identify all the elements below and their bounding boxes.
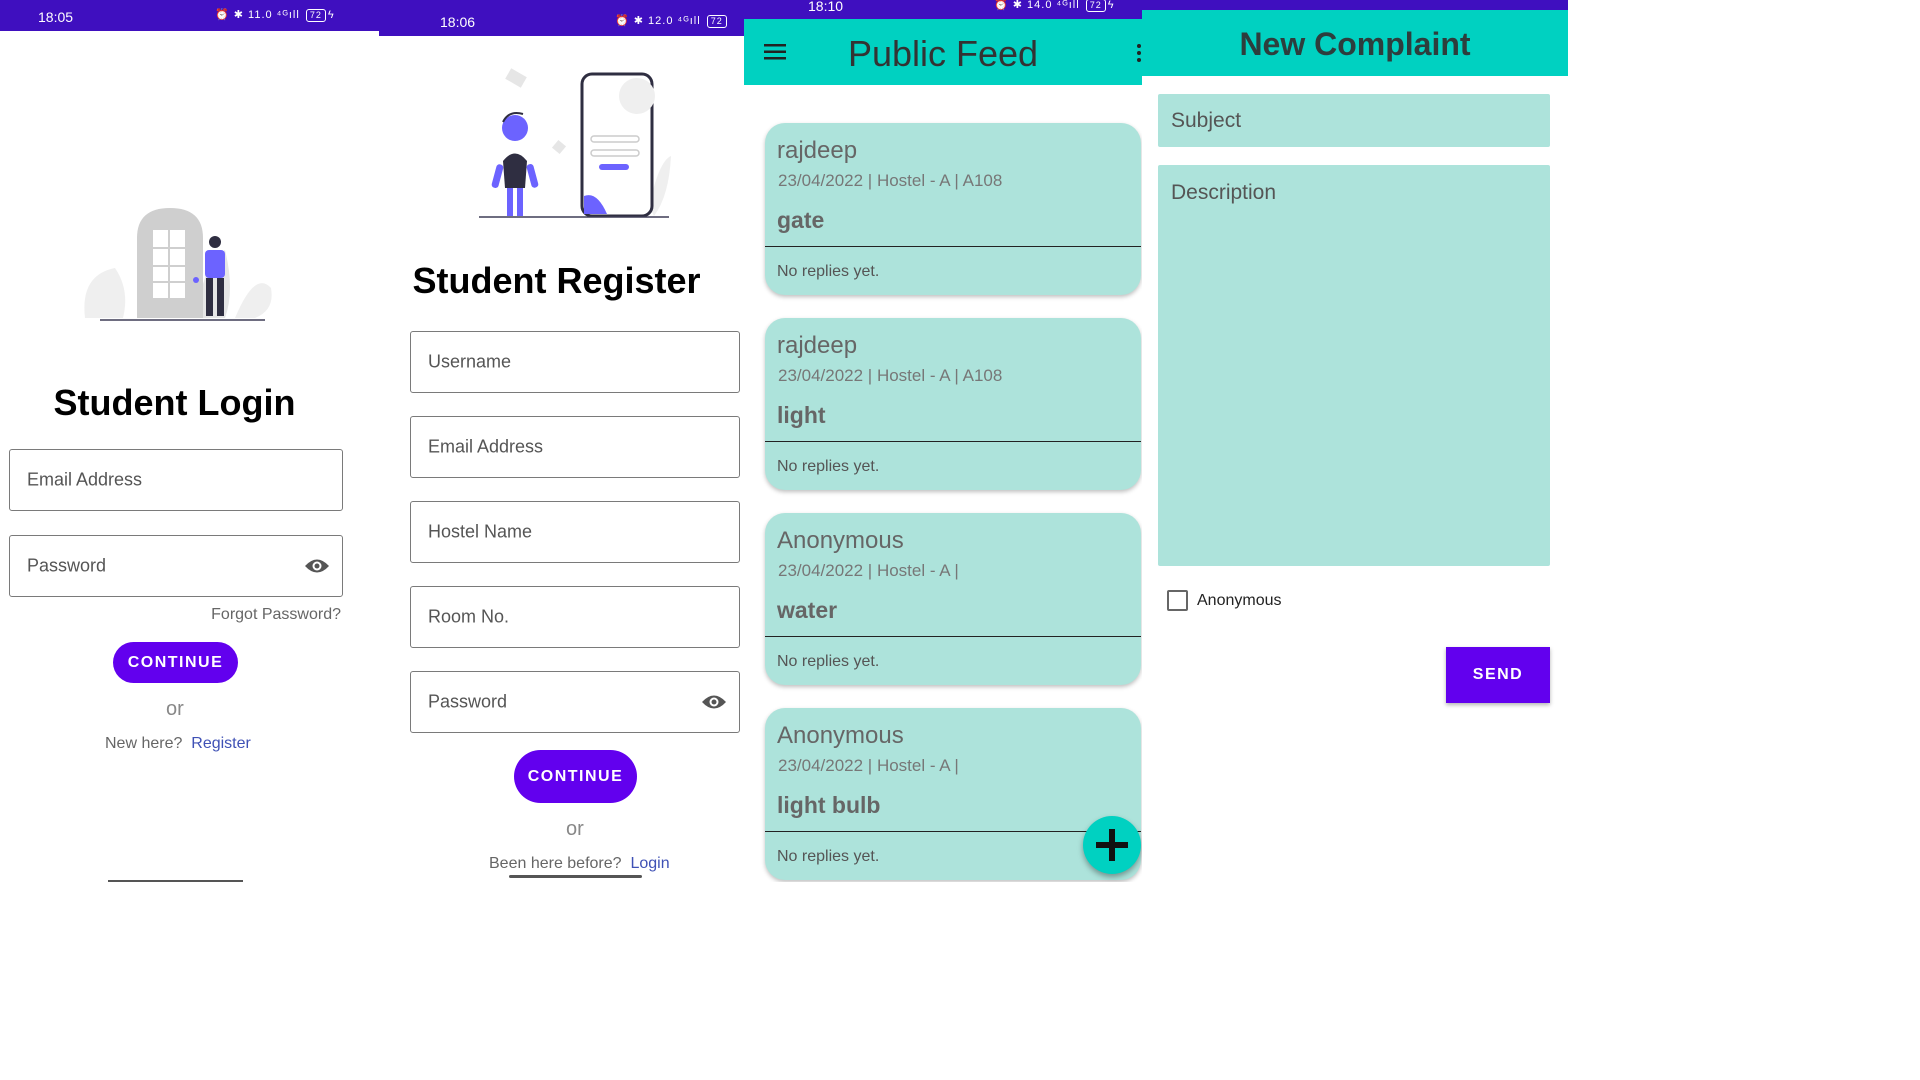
card-divider — [765, 246, 1141, 247]
register-screen: 18:06 ⏰ ✱ 12.0 ⁴ᴳıll 72 Student Register… — [379, 0, 744, 882]
status-time: 18:10 — [808, 0, 844, 14]
card-username: rajdeep — [777, 137, 858, 164]
feed-screen: 18:10 ⏰ ✱ 14.0 ⁴ᴳıll 72 ϟ Public Feed raj… — [744, 0, 1142, 882]
new-here-text: New here? — [105, 735, 183, 752]
status-icons: ⏰ ✱ 12.0 ⁴ᴳıll 72 — [615, 14, 729, 28]
email-placeholder: Email Address — [428, 436, 544, 457]
net-speed: 14.0 — [1027, 0, 1053, 11]
anonymous-label: Anonymous — [1197, 592, 1282, 609]
login-prompt: Been here before? Login — [489, 855, 670, 873]
add-complaint-fab[interactable] — [1083, 816, 1141, 874]
card-meta: 23/04/2022 | Hostel - A | A108 — [778, 366, 1003, 385]
home-indicator — [108, 880, 243, 882]
card-replies: No replies yet. — [777, 848, 880, 865]
complaint-card[interactable]: Anonymous 23/04/2022 | Hostel - A | wate… — [765, 513, 1141, 685]
eye-icon[interactable] — [701, 693, 727, 711]
username-placeholder: Username — [428, 351, 512, 372]
email-field[interactable]: Email Address — [410, 416, 740, 478]
subject-placeholder: Subject — [1171, 109, 1242, 132]
status-bar: 18:10 ⏰ ✱ 14.0 ⁴ᴳıll 72 ϟ — [744, 0, 1142, 19]
status-icons: ⏰ ✱ 14.0 ⁴ᴳıll 72 ϟ — [994, 0, 1115, 12]
card-divider — [765, 831, 1141, 832]
status-icons: ⏰ ✱ 11.0 ⁴ᴳıll 72 ϟ — [215, 9, 335, 22]
username-field[interactable]: Username — [410, 331, 740, 393]
email-placeholder: Email Address — [27, 469, 143, 490]
register-prompt: New here? Register — [105, 735, 251, 753]
phone-illustration — [479, 68, 671, 218]
status-bar: 18:06 ⏰ ✱ 12.0 ⁴ᴳıll 72 — [379, 0, 744, 36]
battery-icon: 72 — [305, 9, 326, 22]
card-meta: 23/04/2022 | Hostel - A | — [778, 561, 959, 580]
card-username: Anonymous — [777, 527, 904, 554]
register-link[interactable]: Register — [191, 735, 251, 752]
status-time: 18:06 — [440, 14, 476, 30]
app-bar: Public Feed — [744, 19, 1142, 85]
description-placeholder: Description — [1171, 181, 1277, 204]
card-meta: 23/04/2022 | Hostel - A | A108 — [778, 171, 1003, 190]
login-link[interactable]: Login — [630, 855, 669, 872]
app-bar-title: Public Feed — [847, 33, 1039, 74]
card-replies: No replies yet. — [777, 458, 880, 475]
net-speed: 12.0 — [648, 15, 674, 27]
card-divider — [765, 636, 1141, 637]
battery-icon: 72 — [706, 15, 727, 28]
page-title: Student Login — [53, 382, 296, 423]
status-bar: 18:05 ⏰ ✱ 11.0 ⁴ᴳıll 72 ϟ — [0, 0, 379, 31]
complaint-card[interactable]: rajdeep 23/04/2022 | Hostel - A | A108 g… — [765, 123, 1141, 295]
door-illustration — [84, 208, 272, 321]
continue-button[interactable]: CONTINUE — [514, 750, 637, 803]
password-placeholder: Password — [428, 691, 508, 712]
forgot-password-link[interactable]: Forgot Password? — [211, 606, 341, 624]
description-field[interactable]: Description — [1158, 165, 1550, 566]
card-subject: gate — [777, 207, 825, 233]
battery-icon: 72 — [1085, 0, 1106, 12]
room-number-field[interactable]: Room No. — [410, 586, 740, 648]
or-text: or — [566, 818, 584, 840]
card-replies: No replies yet. — [777, 653, 880, 670]
continue-button[interactable]: CONTINUE — [113, 642, 238, 683]
hostel-placeholder: Hostel Name — [428, 521, 533, 542]
card-subject: light — [777, 402, 826, 428]
email-field[interactable]: Email Address — [9, 449, 343, 511]
card-subject: light bulb — [777, 792, 881, 818]
or-text: or — [166, 698, 184, 720]
new-complaint-screen: New Complaint Subject Description Anonym… — [1142, 0, 1568, 882]
app-bar-title: New Complaint — [1239, 26, 1471, 62]
password-field[interactable]: Password — [410, 671, 740, 733]
complaint-card[interactable]: rajdeep 23/04/2022 | Hostel - A | A108 l… — [765, 318, 1141, 490]
status-time: 18:05 — [38, 9, 74, 25]
hostel-name-field[interactable]: Hostel Name — [410, 501, 740, 563]
login-screen: 18:05 ⏰ ✱ 11.0 ⁴ᴳıll 72 ϟ Student Login E… — [0, 0, 379, 882]
been-here-text: Been here before? — [489, 855, 622, 872]
card-username: Anonymous — [777, 722, 904, 749]
password-placeholder: Password — [27, 555, 107, 576]
home-indicator — [509, 875, 642, 878]
card-username: rajdeep — [777, 332, 858, 359]
eye-icon[interactable] — [304, 557, 330, 575]
room-placeholder: Room No. — [428, 606, 510, 627]
password-field[interactable]: Password — [9, 535, 343, 597]
card-subject: water — [777, 597, 838, 623]
status-bar — [1142, 0, 1568, 10]
subject-field[interactable]: Subject — [1158, 94, 1550, 147]
anonymous-checkbox[interactable] — [1167, 590, 1188, 611]
plus-icon — [1096, 829, 1128, 861]
card-divider — [765, 441, 1141, 442]
card-replies: No replies yet. — [777, 263, 880, 280]
net-speed: 11.0 — [248, 9, 273, 21]
send-button[interactable]: SEND — [1446, 647, 1550, 703]
page-title: Student Register — [412, 260, 701, 301]
app-bar: New Complaint — [1142, 10, 1568, 76]
card-meta: 23/04/2022 | Hostel - A | — [778, 756, 959, 775]
